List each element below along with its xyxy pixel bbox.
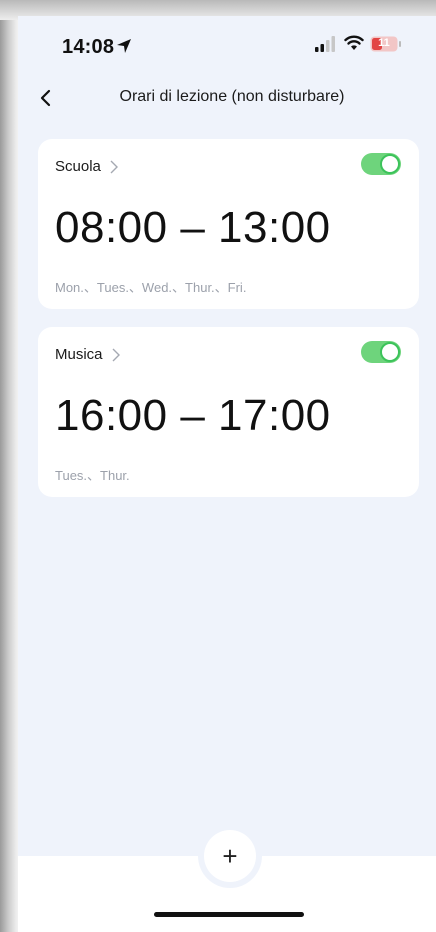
schedule-days: Tues.、Thur.	[55, 468, 130, 483]
schedule-time-range: 16:00 – 17:00	[55, 391, 331, 440]
battery-icon: 11	[370, 36, 402, 52]
chevron-right-icon	[112, 348, 120, 361]
schedule-card-scuola[interactable]: Scuola 08:00 – 13:00 Mon.、Tues.、Wed.、Thu…	[38, 139, 419, 309]
screen: 14:08 11 Orari di lezione (non disturbar…	[18, 16, 436, 932]
schedule-card-musica[interactable]: Musica 16:00 – 17:00 Tues.、Thur.	[38, 327, 419, 497]
add-schedule-button[interactable]: +	[204, 830, 256, 882]
status-time: 14:08	[62, 36, 115, 58]
page-title: Orari di lezione (non disturbare)	[119, 88, 345, 105]
schedule-name: Musica	[55, 346, 103, 363]
schedule-time-range: 08:00 – 13:00	[55, 203, 331, 252]
schedule-name-row[interactable]: Scuola	[55, 158, 119, 175]
wifi-icon	[344, 35, 364, 50]
back-chevron-icon[interactable]	[36, 86, 56, 110]
schedule-toggle[interactable]	[361, 341, 401, 363]
schedule-name-row[interactable]: Musica	[55, 346, 121, 363]
cellular-signal-icon	[315, 36, 335, 52]
chevron-right-icon	[110, 160, 118, 173]
toggle-knob	[380, 342, 400, 362]
schedule-toggle[interactable]	[361, 153, 401, 175]
location-arrow-icon	[117, 39, 131, 53]
schedule-days: Mon.、Tues.、Wed.、Thur.、Fri.	[55, 280, 247, 295]
schedule-name: Scuola	[55, 158, 101, 175]
home-indicator[interactable]	[154, 912, 304, 917]
battery-level: 11	[378, 37, 390, 49]
nav-bar: Orari di lezione (non disturbare)	[18, 86, 436, 110]
status-bar: 14:08 11	[18, 16, 436, 70]
toggle-knob	[380, 154, 400, 174]
